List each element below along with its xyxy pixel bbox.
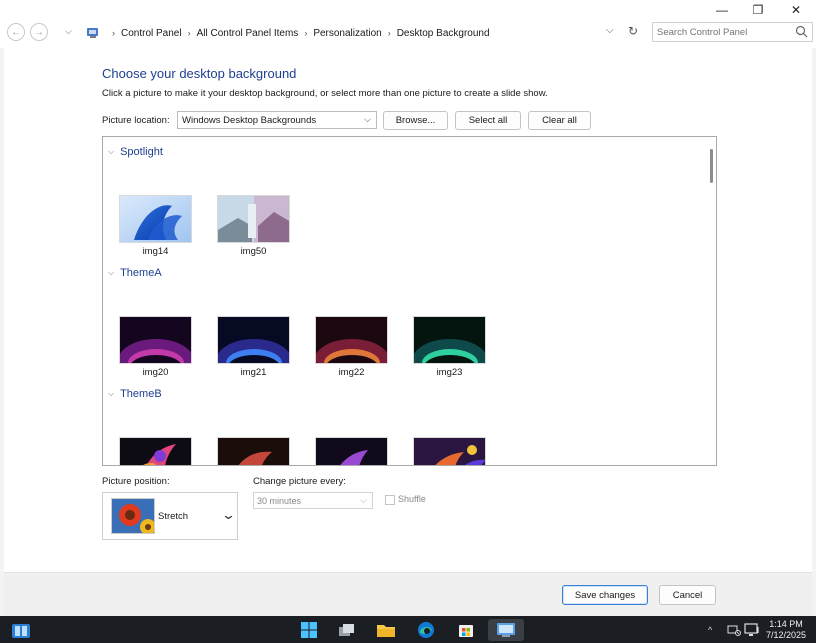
- page-title: Choose your desktop background: [102, 66, 297, 81]
- select-all-button[interactable]: Select all: [455, 111, 521, 130]
- forward-button[interactable]: →: [30, 23, 48, 41]
- control-panel-icon: [86, 27, 100, 39]
- breadcrumb-separator-icon: ›: [387, 28, 391, 38]
- group-header-spotlight[interactable]: ⌵ Spotlight: [108, 146, 163, 158]
- clear-all-button[interactable]: Clear all: [528, 111, 591, 130]
- minimize-button[interactable]: —: [704, 0, 740, 20]
- cancel-button[interactable]: Cancel: [659, 585, 716, 605]
- change-picture-value: 30 minutes: [257, 496, 302, 506]
- chevron-down-icon: ⌵: [108, 268, 115, 277]
- wallpaper-label: img23: [436, 367, 463, 378]
- address-dropdown-chevron-icon[interactable]: ⌵: [606, 25, 614, 36]
- clock-date: 7/12/2025: [765, 630, 807, 640]
- wallpaper-label: img14: [142, 246, 169, 257]
- dialog-footer: Save changes Cancel: [4, 572, 812, 616]
- group-header-themeb[interactable]: ⌵ ThemeB: [108, 388, 162, 400]
- wallpaper-thumb-img21[interactable]: [217, 316, 290, 364]
- clock-time: 1:14 PM: [769, 619, 803, 629]
- microsoft-store-icon[interactable]: [456, 621, 476, 639]
- chevron-down-icon: ⌵: [108, 389, 115, 398]
- search-icon[interactable]: [795, 25, 808, 38]
- edge-browser-icon[interactable]: [416, 621, 436, 639]
- shuffle-label: Shuffle: [398, 494, 426, 504]
- wallpaper-thumb-img20[interactable]: [119, 316, 192, 364]
- wallpaper-thumb-themeb-2[interactable]: [217, 437, 290, 465]
- title-bar: — ❐ ✕: [0, 0, 816, 22]
- start-icon[interactable]: [299, 621, 319, 639]
- navigation-bar: ← → ⌵ › Control Panel › All Control Pane…: [0, 22, 816, 44]
- wallpaper-thumb-themeb-4[interactable]: [413, 437, 486, 465]
- display-icon[interactable]: [744, 623, 760, 637]
- wallpaper-thumb-img50[interactable]: [217, 195, 290, 243]
- group-name: ThemeB: [120, 388, 162, 400]
- wallpaper-label: img20: [142, 367, 169, 378]
- picture-location-value: Windows Desktop Backgrounds: [182, 115, 317, 126]
- recent-locations-chevron-icon[interactable]: ⌵: [65, 26, 72, 37]
- picture-position-label: Picture position:: [102, 476, 170, 487]
- search-input[interactable]: [657, 25, 787, 39]
- breadcrumb-separator-icon: ›: [187, 28, 191, 38]
- wallpaper-label: img21: [240, 367, 267, 378]
- breadcrumb-separator-icon: ›: [112, 28, 115, 38]
- breadcrumb-desktop-background[interactable]: Desktop Background: [397, 28, 490, 39]
- breadcrumb[interactable]: › Control Panel › All Control Panel Item…: [86, 25, 490, 41]
- breadcrumb-separator-icon: ›: [304, 28, 308, 38]
- file-explorer-icon[interactable]: [376, 621, 396, 639]
- picture-position-select[interactable]: Stretch ⌄: [102, 492, 238, 540]
- vertical-scrollbar[interactable]: [710, 149, 713, 183]
- change-picture-label: Change picture every:: [253, 476, 346, 487]
- wallpaper-thumb-img22[interactable]: [315, 316, 388, 364]
- breadcrumb-control-panel[interactable]: Control Panel: [121, 28, 182, 39]
- control-panel-taskbar-icon[interactable]: [488, 619, 524, 641]
- group-header-themea[interactable]: ⌵ ThemeA: [108, 267, 162, 279]
- wallpaper-thumb-img14[interactable]: [119, 195, 192, 243]
- chevron-down-icon: ⌵: [360, 495, 367, 505]
- wallpaper-label: img22: [338, 367, 365, 378]
- chevron-down-icon: ⌵: [364, 114, 371, 124]
- taskbar: ^ 1:14 PM 7/12/2025: [0, 616, 816, 643]
- system-clock[interactable]: 1:14 PM 7/12/2025: [762, 619, 810, 641]
- chevron-down-icon: ⌵: [108, 147, 115, 156]
- save-changes-button[interactable]: Save changes: [562, 585, 648, 605]
- picture-location-select[interactable]: Windows Desktop Backgrounds ⌵: [177, 111, 377, 129]
- window-right-edge: [812, 48, 816, 616]
- chevron-down-icon: ⌄: [220, 507, 237, 522]
- arrow-left-icon: ←: [11, 26, 21, 38]
- wallpaper-thumb-themeb-3[interactable]: [315, 437, 388, 465]
- picture-position-value: Stretch: [158, 511, 189, 522]
- wallpaper-thumb-img23[interactable]: [413, 316, 486, 364]
- group-name: Spotlight: [120, 146, 163, 158]
- search-box[interactable]: [652, 22, 813, 42]
- task-view-icon[interactable]: [337, 621, 357, 639]
- group-name: ThemeA: [120, 267, 162, 279]
- maximize-button[interactable]: ❐: [740, 0, 776, 20]
- widgets-icon[interactable]: [11, 623, 31, 639]
- refresh-icon[interactable]: ↻: [628, 24, 638, 38]
- wallpaper-label: img50: [240, 246, 267, 257]
- shuffle-checkbox[interactable]: [385, 495, 395, 505]
- arrow-right-icon: →: [34, 26, 44, 38]
- page-description: Click a picture to make it your desktop …: [102, 88, 548, 99]
- main-content: Choose your desktop background Click a p…: [4, 48, 812, 572]
- browse-button[interactable]: Browse...: [383, 111, 448, 130]
- back-button[interactable]: ←: [7, 23, 25, 41]
- breadcrumb-personalization[interactable]: Personalization: [313, 28, 381, 39]
- picture-gallery[interactable]: ⌵ Spotlight img14 img50 ⌵ ThemeA img20 i…: [102, 136, 717, 466]
- picture-location-label: Picture location:: [102, 115, 170, 126]
- breadcrumb-all-items[interactable]: All Control Panel Items: [197, 28, 299, 39]
- network-icon[interactable]: [727, 624, 741, 636]
- show-hidden-icons-chevron-icon[interactable]: ^: [708, 625, 712, 635]
- change-picture-select[interactable]: 30 minutes ⌵: [253, 492, 373, 509]
- wallpaper-thumb-themeb-1[interactable]: [119, 437, 192, 465]
- picture-position-preview: [111, 498, 155, 534]
- close-button[interactable]: ✕: [778, 0, 814, 20]
